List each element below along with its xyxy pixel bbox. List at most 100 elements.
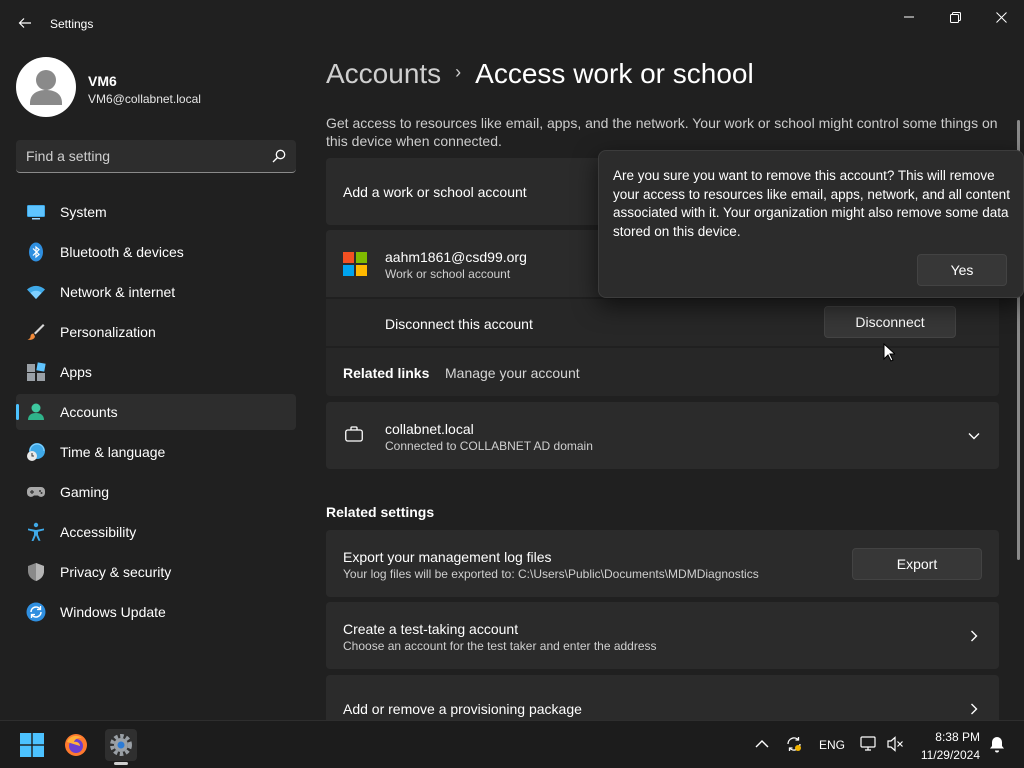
title-bar: Settings [0,0,1024,48]
sidebar-item-accounts[interactable]: Accounts [16,394,296,430]
breadcrumb: Accounts › Access work or school [326,58,754,90]
sync-icon[interactable] [785,735,803,753]
sidebar-item-apps[interactable]: Apps [16,354,296,390]
sidebar-item-gaming[interactable]: Gaming [16,474,296,510]
sidebar-item-label: Time & language [60,444,166,460]
search-box[interactable]: Find a setting [16,140,296,173]
related-links-label: Related links [343,365,430,381]
search-input[interactable]: Find a setting [26,148,110,164]
sidebar-item-label: Accounts [60,404,118,420]
restore-button[interactable] [932,4,978,30]
back-button[interactable] [12,10,38,36]
breadcrumb-separator: › [455,62,462,82]
breadcrumb-parent[interactable]: Accounts [326,58,441,89]
disconnect-label: Disconnect this account [385,316,533,332]
sidebar-item-network[interactable]: Network & internet [16,274,296,310]
sidebar-item-accessibility[interactable]: Accessibility [16,514,296,550]
domain-name: collabnet.local [385,421,474,437]
person-icon [30,70,62,105]
clock-date[interactable]: 11/29/2024 [910,748,980,762]
sidebar-item-label: Apps [60,364,92,380]
active-app-indicator [114,762,128,765]
related-links-row: Related links Manage your account [326,348,999,396]
chevron-right-icon [971,630,978,642]
sidebar-item-bluetooth[interactable]: Bluetooth & devices [16,234,296,270]
sidebar-item-windows-update[interactable]: Windows Update [16,594,296,630]
chevron-right-icon [971,703,978,715]
shield-icon [28,563,44,581]
sidebar-item-label: System [60,204,107,220]
manage-account-link[interactable]: Manage your account [445,365,580,381]
mouse-cursor-icon [883,343,895,362]
sidebar-item-label: Windows Update [60,604,166,620]
apps-icon [27,362,46,381]
remove-account-flyout: Are you sure you want to remove this acc… [598,150,1024,298]
close-button[interactable] [978,4,1024,30]
sidebar-item-time-language[interactable]: Time & language [16,434,296,470]
bluetooth-icon [29,242,43,262]
taskbar: ENG 8:38 PM 11/29/2024 [0,720,1024,768]
accessibility-icon [28,522,44,541]
system-icon [27,205,45,220]
test-account-subtitle: Choose an account for the test taker and… [343,639,657,653]
sidebar-nav: System Bluetooth & devices Network & int… [16,194,296,634]
sidebar-item-label: Bluetooth & devices [60,244,184,260]
sidebar-item-label: Privacy & security [60,564,172,580]
sidebar-item-label: Gaming [60,484,110,500]
add-account-label: Add a work or school account [343,184,527,200]
provisioning-title: Add or remove a provisioning package [343,701,582,717]
chevron-down-icon[interactable] [967,429,981,443]
account-email: aahm1861@csd99.org [385,249,527,265]
sidebar-item-system[interactable]: System [16,194,296,230]
page-title: Access work or school [475,58,754,89]
network-wired-icon[interactable] [860,735,878,753]
test-account-card[interactable]: Create a test-taking account Choose an a… [326,602,999,669]
disconnect-row: Disconnect this account Disconnect [326,299,999,346]
search-icon[interactable] [272,149,286,163]
account-type: Work or school account [385,267,511,281]
profile-email: VM6@collabnet.local [88,92,201,106]
related-settings-title: Related settings [326,504,435,520]
wifi-icon [27,285,45,299]
settings-taskbar-button[interactable] [105,729,137,761]
provisioning-card[interactable]: Add or remove a provisioning package [326,675,999,720]
export-logs-card: Export your management log files Your lo… [326,530,999,597]
disconnect-button[interactable]: Disconnect [824,306,956,338]
firefox-button[interactable] [60,729,92,761]
sidebar-item-label: Network & internet [60,284,176,300]
chevron-up-icon[interactable] [753,735,771,753]
test-account-title: Create a test-taking account [343,621,519,637]
firefox-icon [65,734,87,756]
gamepad-icon [27,487,45,497]
sidebar-item-privacy[interactable]: Privacy & security [16,554,296,590]
briefcase-icon [345,426,363,442]
avatar[interactable] [16,57,76,117]
page-description: Get access to resources like email, apps… [326,115,998,149]
restore-icon [949,11,961,23]
start-button[interactable] [16,729,48,761]
profile-name: VM6 [88,73,117,89]
app-title: Settings [50,17,94,31]
notification-bell-icon[interactable] [988,735,1006,753]
flyout-message: Are you sure you want to remove this acc… [613,168,1010,239]
speaker-muted-icon[interactable] [886,735,904,753]
domain-card[interactable]: collabnet.local Connected to COLLABNET A… [326,402,999,469]
sidebar-item-label: Accessibility [60,524,137,540]
minimize-icon [904,16,914,18]
time-language-icon [27,443,45,461]
minimize-button[interactable] [886,4,932,30]
microsoft-logo-icon [343,252,367,276]
windows-update-icon [26,602,46,622]
sidebar-item-label: Personalization [60,324,156,340]
yes-button[interactable]: Yes [917,254,1007,286]
domain-status: Connected to COLLABNET AD domain [385,439,593,453]
export-logs-subtitle: Your log files will be exported to: C:\U… [343,567,759,581]
windows-logo-icon [20,733,44,757]
language-indicator[interactable]: ENG [819,738,845,752]
gear-icon [110,734,132,756]
accounts-icon [28,403,44,420]
export-button[interactable]: Export [852,548,982,580]
clock-time[interactable]: 8:38 PM [920,730,980,744]
sidebar-item-personalization[interactable]: Personalization [16,314,296,350]
brush-icon [27,324,45,340]
